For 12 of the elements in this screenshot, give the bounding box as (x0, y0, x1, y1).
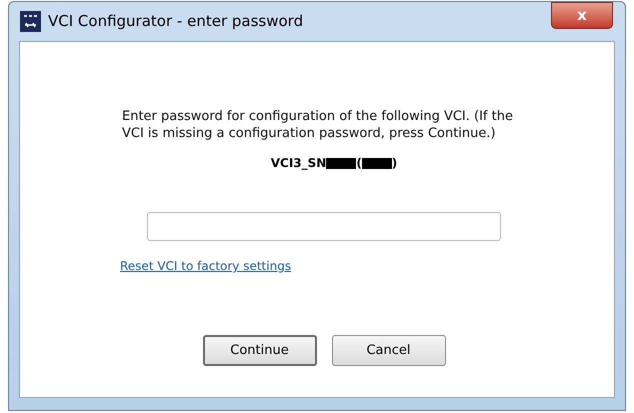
app-icon (20, 11, 41, 32)
reset-link[interactable]: Reset VCI to factory settings (120, 259, 292, 273)
dialog-button[interactable]: Continue (202, 335, 316, 366)
parenthesis: ( (356, 155, 362, 172)
window-title: VCI Configurator - enter password (48, 11, 304, 32)
parenthesis: ) (392, 155, 398, 172)
device-name: VCI3_SN (270, 155, 326, 172)
redaction-bar (326, 158, 356, 168)
dialog-button[interactable]: Cancel (332, 335, 446, 366)
password-field[interactable] (147, 212, 501, 241)
redaction-bar (362, 158, 392, 168)
instruction-text: Enter password for configuration of the following VCI. (If the VCI is missing a configuration password, press Continue.) (122, 108, 514, 142)
